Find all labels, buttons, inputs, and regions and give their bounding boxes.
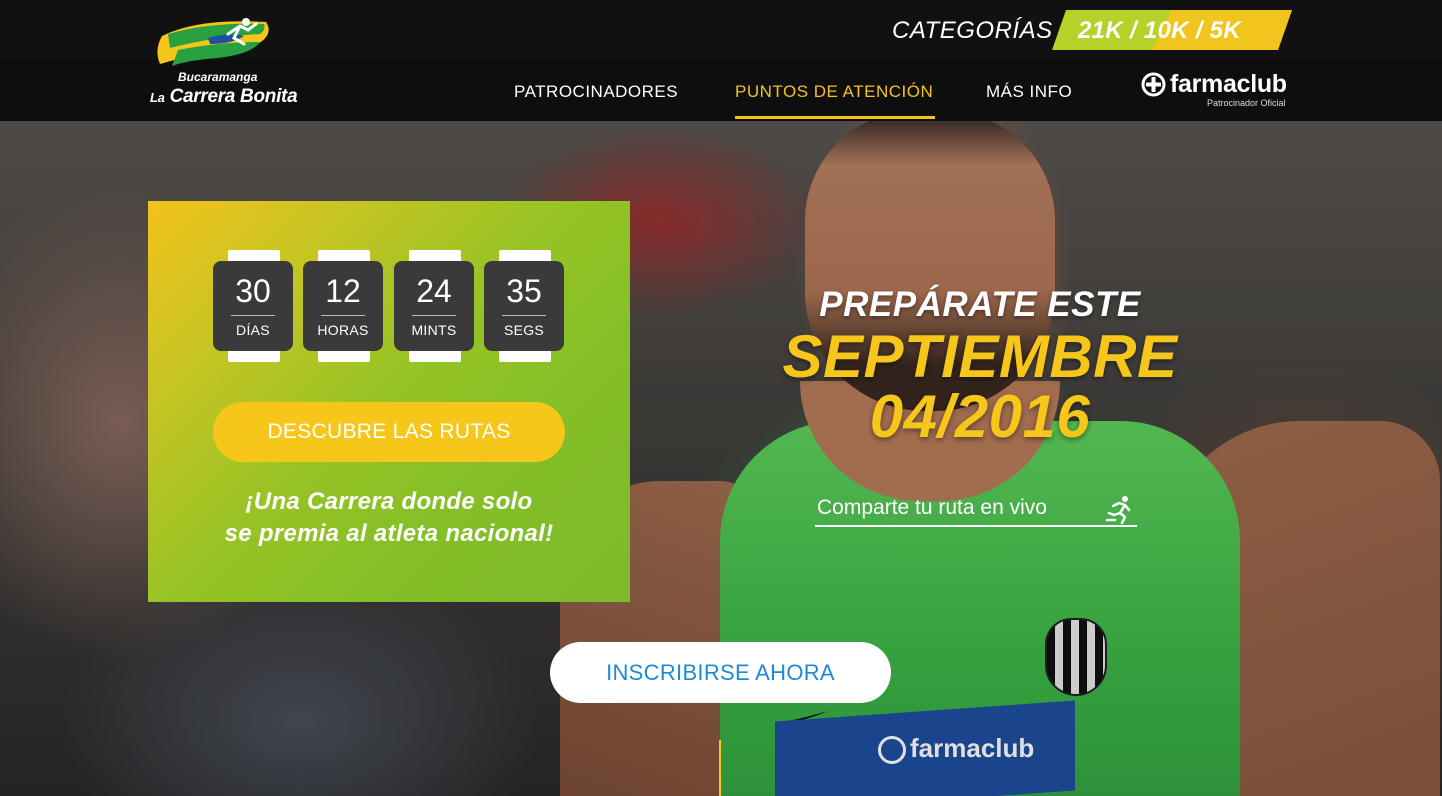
categories-label: CATEGORÍAS [892, 17, 1053, 44]
tagline: ¡Una Carrera donde solo se premia al atl… [148, 486, 630, 550]
countdown-label: HORAS [317, 322, 369, 338]
tagline-line: se premia al atleta nacional! [224, 520, 554, 547]
sponsor-name[interactable]: farmaclub [1170, 70, 1287, 99]
watch-strap [228, 350, 280, 362]
countdown-days: 30 DÍAS [213, 261, 293, 351]
countdown-divider [321, 315, 365, 316]
watch-strap [409, 350, 461, 362]
share-route-label: Comparte tu ruta en vivo [817, 496, 1047, 519]
running-person-icon [1105, 496, 1131, 524]
countdown-divider [412, 315, 456, 316]
discover-routes-button[interactable]: DESCUBRE LAS RUTAS [213, 402, 565, 462]
countdown-value: 35 [506, 273, 542, 309]
watch-strap [499, 350, 551, 362]
countdown-hours: 12 HORAS [303, 261, 383, 351]
logo-city: Bucaramanga [178, 70, 258, 84]
runner-logo-icon [157, 18, 269, 66]
nav-mas-info[interactable]: MÁS INFO [986, 82, 1072, 102]
register-now-button[interactable]: INSCRIBIRSE AHORA [550, 642, 891, 703]
race-logo[interactable]: Bucaramanga La Carrera Bonita [148, 14, 298, 108]
countdown-label: MINTS [411, 322, 457, 338]
countdown-divider [502, 315, 546, 316]
countdown-value: 24 [416, 273, 452, 309]
nav-active-underline [735, 116, 935, 119]
hero-headline-month: SEPTIEMBRE [782, 323, 1178, 390]
countdown-panel: 30 DÍAS 12 HORAS 24 MINTS 35 SEGS DESCUB… [148, 201, 630, 602]
countdown-value: 30 [235, 273, 271, 309]
countdown-label: DÍAS [236, 322, 270, 338]
categories-value[interactable]: 21K / 10K / 5K [1078, 17, 1241, 45]
countdown-label: SEGS [503, 322, 545, 338]
scroll-indicator-line [719, 740, 721, 796]
site-header: Bucaramanga La Carrera Bonita CATEGORÍAS… [0, 0, 1442, 121]
nav-puntos-de-atencion[interactable]: PUNTOS DE ATENCIÓN [735, 82, 933, 102]
countdown-value: 12 [325, 273, 361, 309]
countdown-seconds: 35 SEGS [484, 261, 564, 351]
tagline-line: ¡Una Carrera donde solo [245, 488, 533, 515]
hero-headline-date: 04/2016 [869, 383, 1091, 450]
nav-patrocinadores[interactable]: PATROCINADORES [514, 82, 678, 102]
countdown-minutes: 24 MINTS [394, 261, 474, 351]
watch-strap [318, 350, 370, 362]
share-route-link[interactable]: Comparte tu ruta en vivo [815, 494, 1137, 527]
logo-name: La Carrera Bonita [150, 86, 298, 107]
farmaclub-cross-icon [1141, 72, 1166, 97]
countdown-divider [231, 315, 275, 316]
hero-headline-line1: PREPÁRATE ESTE [819, 285, 1141, 324]
sponsor-subtitle: Patrocinador Oficial [1207, 98, 1286, 108]
page: farmaclub Bucaramanga La Carrera Bonita … [0, 0, 1442, 796]
